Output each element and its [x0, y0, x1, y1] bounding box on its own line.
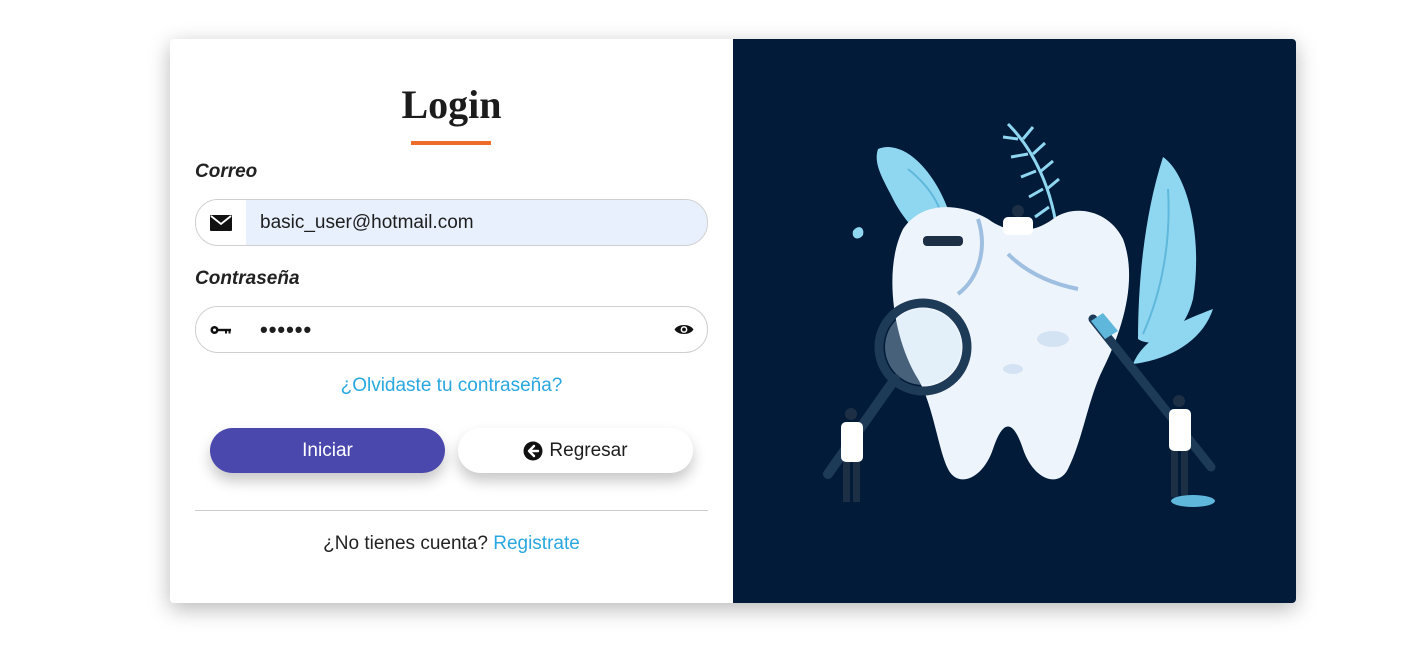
- title-underline: [411, 141, 491, 145]
- login-card: Login Correo basic_user@hotmail.com Cont…: [170, 39, 1296, 603]
- dentist-right: [1169, 395, 1191, 497]
- envelope-icon: [196, 200, 246, 245]
- arrow-left-circle-icon: [523, 441, 543, 461]
- login-button[interactable]: Iniciar: [210, 428, 445, 473]
- email-label: Correo: [195, 161, 258, 182]
- email-field[interactable]: basic_user@hotmail.com: [246, 200, 707, 245]
- email-field-wrapper[interactable]: basic_user@hotmail.com: [195, 199, 708, 246]
- page-title: Login: [401, 82, 502, 127]
- password-label: Contraseña: [195, 268, 300, 289]
- back-button[interactable]: Regresar: [458, 428, 693, 473]
- back-button-label: Regresar: [549, 439, 628, 461]
- divider: [195, 510, 708, 511]
- small-leaf: [852, 227, 864, 239]
- login-panel: Login Correo basic_user@hotmail.com Cont…: [170, 39, 733, 603]
- puddle: [1171, 495, 1215, 507]
- signup-prompt: ¿No tienes cuenta? Registrate: [170, 533, 733, 555]
- password-field-wrapper[interactable]: ••••••: [195, 306, 708, 353]
- eye-icon[interactable]: [661, 307, 707, 352]
- forgot-password-link[interactable]: ¿Olvidaste tu contraseña?: [170, 375, 733, 397]
- password-field[interactable]: ••••••: [246, 307, 661, 352]
- register-link[interactable]: Registrate: [493, 533, 580, 554]
- dental-illustration: [823, 122, 1216, 507]
- leaf-right: [1133, 157, 1213, 364]
- illustration-panel: [733, 39, 1296, 603]
- no-account-text: ¿No tienes cuenta?: [323, 533, 488, 554]
- key-icon: [196, 307, 246, 352]
